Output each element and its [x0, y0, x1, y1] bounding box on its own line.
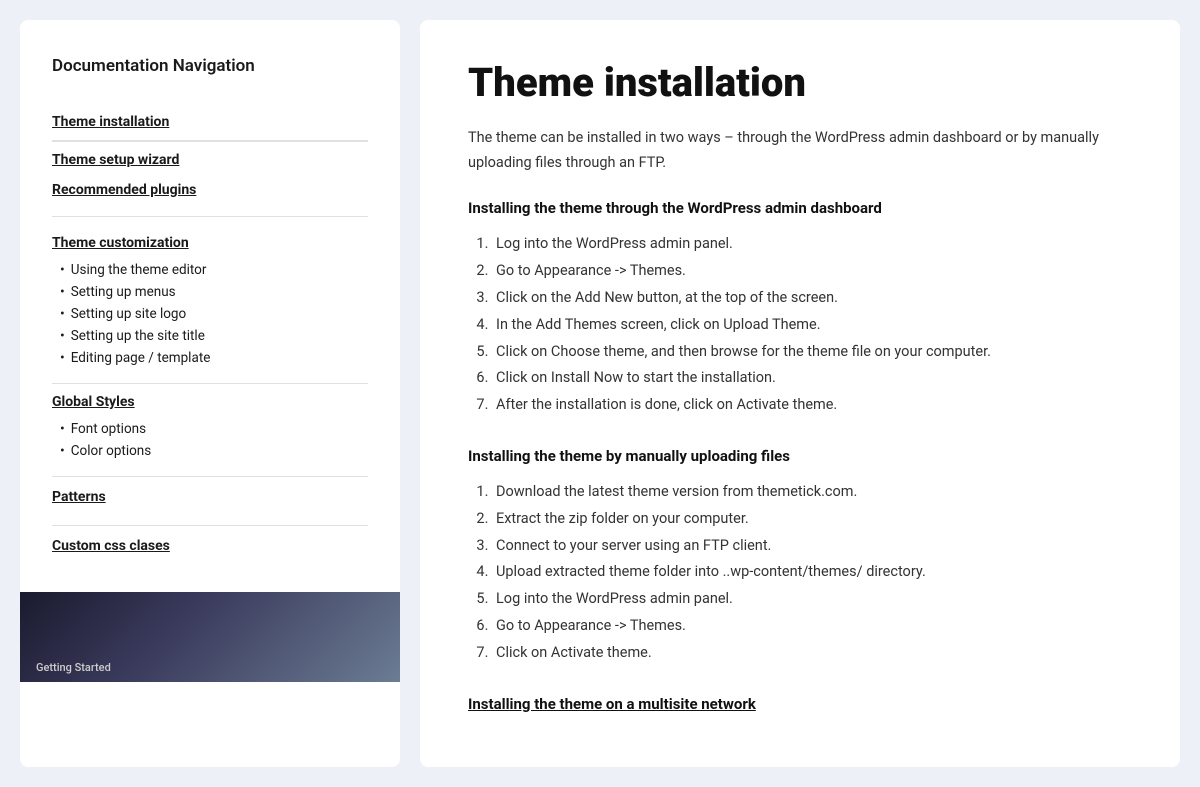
- nav-section-title-theme-customization[interactable]: Theme customization: [52, 235, 368, 251]
- section-heading-multisite-install: Installing the theme on a multisite netw…: [468, 695, 1132, 713]
- sidebar-title: Documentation Navigation: [52, 56, 368, 76]
- section-heading-admin-install: Installing the theme through the WordPre…: [468, 199, 1132, 217]
- nav-link-patterns[interactable]: Patterns: [52, 489, 368, 505]
- nav-sub-using-theme-editor[interactable]: Using the theme editor: [52, 259, 368, 281]
- nav-sub-setting-up-site-logo[interactable]: Setting up site logo: [52, 303, 368, 325]
- list-item: Log into the WordPress admin panel.: [492, 586, 1132, 613]
- sidebar-bottom-image: Getting Started: [20, 592, 400, 682]
- list-item: Connect to your server using an FTP clie…: [492, 533, 1132, 560]
- nav-section-title-global-styles[interactable]: Global Styles: [52, 394, 368, 410]
- nav-link-theme-setup-wizard[interactable]: Theme setup wizard: [52, 142, 368, 178]
- sidebar: Documentation Navigation Theme installat…: [20, 20, 400, 767]
- nav-link-custom-css-classes[interactable]: Custom css clases: [52, 538, 368, 554]
- section-heading-manual-install: Installing the theme by manually uploadi…: [468, 447, 1132, 465]
- list-item: Click on Install Now to start the instal…: [492, 365, 1132, 392]
- list-item: Click on the Add New button, at the top …: [492, 285, 1132, 312]
- layout: Documentation Navigation Theme installat…: [20, 20, 1180, 767]
- nav-section-global-styles: Global Styles Font options Color options: [52, 384, 368, 477]
- nav-sub-editing-page-template[interactable]: Editing page / template: [52, 347, 368, 369]
- nav-sub-color-options[interactable]: Color options: [52, 440, 368, 462]
- list-item: Extract the zip folder on your computer.: [492, 506, 1132, 533]
- page-title: Theme installation: [468, 60, 1132, 106]
- admin-install-list: Log into the WordPress admin panel. Go t…: [468, 231, 1132, 419]
- list-item: After the installation is done, click on…: [492, 392, 1132, 419]
- nav-link-theme-installation[interactable]: Theme installation: [52, 104, 368, 141]
- manual-install-list: Download the latest theme version from t…: [468, 479, 1132, 667]
- nav-sub-font-options[interactable]: Font options: [52, 418, 368, 440]
- list-item: Upload extracted theme folder into ..wp-…: [492, 559, 1132, 586]
- list-item: Click on Choose theme, and then browse f…: [492, 339, 1132, 366]
- intro-paragraph: The theme can be installed in two ways –…: [468, 126, 1132, 175]
- sidebar-image-caption: Getting Started: [36, 661, 111, 674]
- list-item: In the Add Themes screen, click on Uploa…: [492, 312, 1132, 339]
- nav-sub-setting-up-menus[interactable]: Setting up menus: [52, 281, 368, 303]
- list-item: Log into the WordPress admin panel.: [492, 231, 1132, 258]
- list-item: Download the latest theme version from t…: [492, 479, 1132, 506]
- list-item: Click on Activate theme.: [492, 640, 1132, 667]
- nav-sub-setting-up-site-title[interactable]: Setting up the site title: [52, 325, 368, 347]
- list-item: Go to Appearance -> Themes.: [492, 613, 1132, 640]
- main-content: Theme installation The theme can be inst…: [420, 20, 1180, 767]
- nav-section-theme-customization: Theme customization Using the theme edit…: [52, 225, 368, 384]
- nav-link-recommended-plugins[interactable]: Recommended plugins: [52, 178, 368, 208]
- list-item: Go to Appearance -> Themes.: [492, 258, 1132, 285]
